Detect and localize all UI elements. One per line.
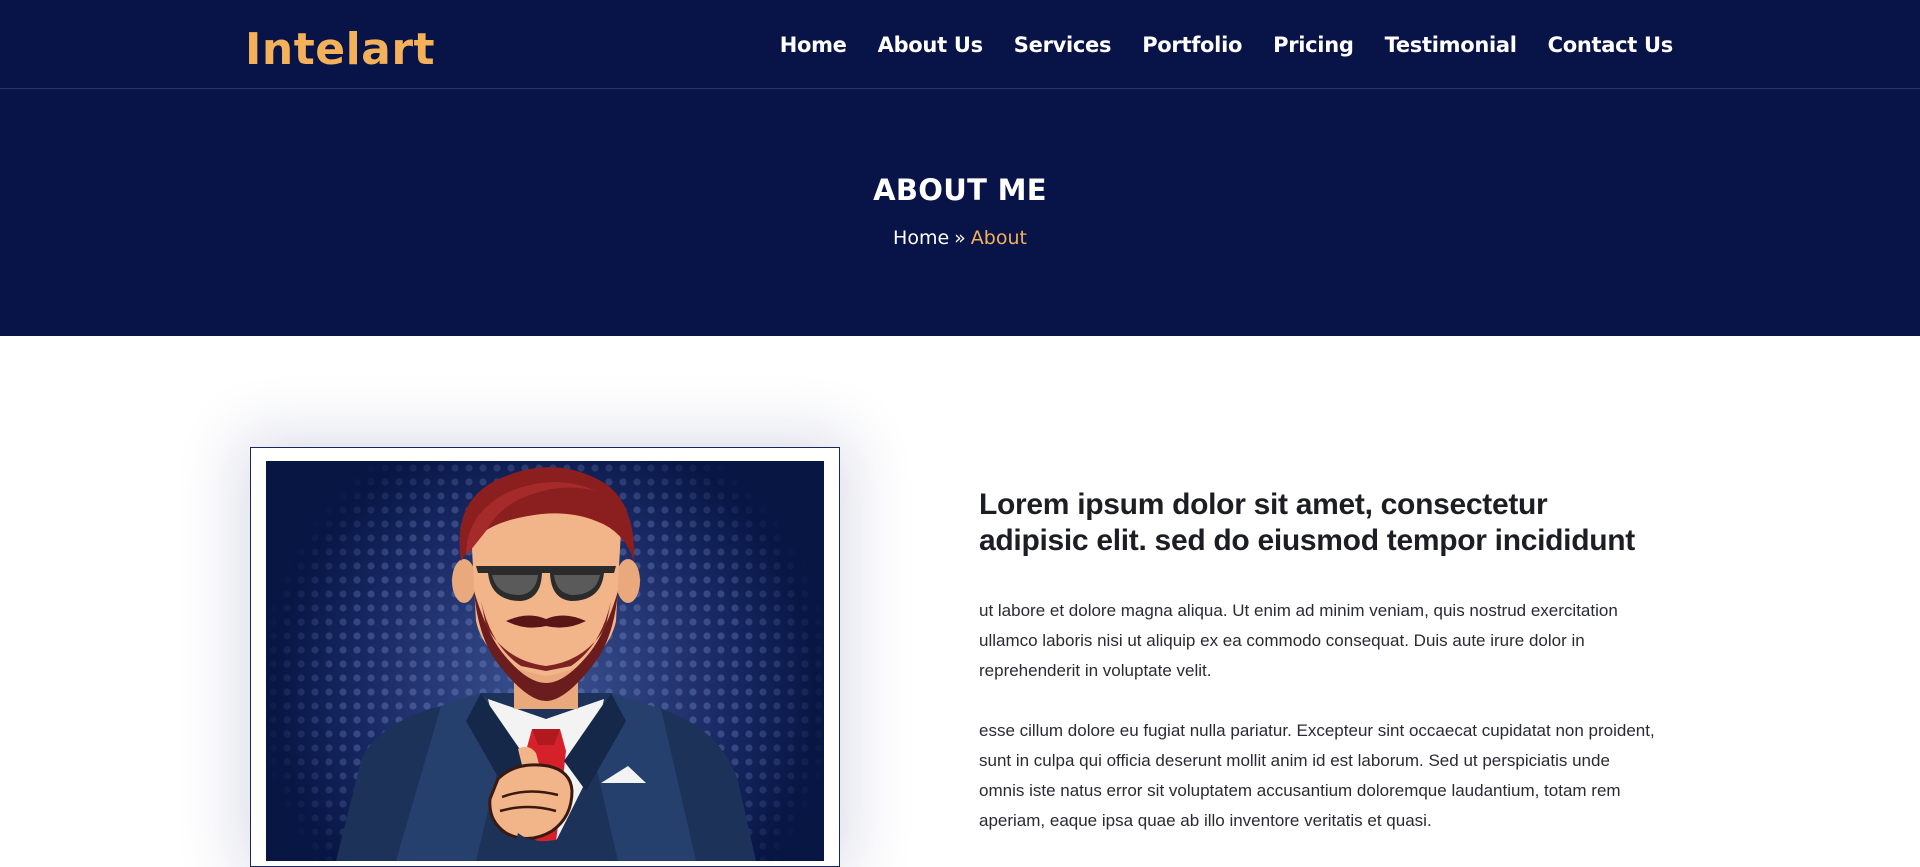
site-logo[interactable]: Intelart xyxy=(245,20,435,80)
nav-link-contact-us[interactable]: Contact Us xyxy=(1548,28,1674,62)
nav-link-pricing[interactable]: Pricing xyxy=(1273,28,1354,62)
nav-link-portfolio[interactable]: Portfolio xyxy=(1142,28,1242,62)
about-paragraph-1: ut labore et dolore magna aliqua. Ut eni… xyxy=(979,601,1618,680)
about-content: Lorem ipsum dolor sit amet, consectetur … xyxy=(979,487,1659,836)
nav-link-testimonial[interactable]: Testimonial xyxy=(1385,28,1517,62)
nav-link-home[interactable]: Home xyxy=(780,28,847,62)
site-header: Intelart Home About Us Services Portfoli… xyxy=(0,0,1920,89)
about-heading: Lorem ipsum dolor sit amet, consectetur … xyxy=(979,488,1635,557)
breadcrumb-separator: » xyxy=(954,227,966,249)
nav-link-services[interactable]: Services xyxy=(1014,28,1112,62)
breadcrumb-home-link[interactable]: Home xyxy=(893,227,949,249)
businessman-illustration xyxy=(266,461,824,861)
about-paragraph-2: esse cillum dolore eu fugiat nulla paria… xyxy=(979,721,1655,830)
nav-link-about-us[interactable]: About Us xyxy=(878,28,983,62)
main-nav: Home About Us Services Portfolio Pricing… xyxy=(780,28,1674,62)
breadcrumb-current: About xyxy=(970,227,1027,249)
page-title: ABOUT ME xyxy=(873,173,1047,207)
bearded-businessman-pointing-icon xyxy=(266,461,824,861)
page-banner: ABOUT ME Home» About xyxy=(0,89,1920,336)
about-image-frame xyxy=(250,447,840,867)
breadcrumb: Home» About xyxy=(0,225,1920,251)
